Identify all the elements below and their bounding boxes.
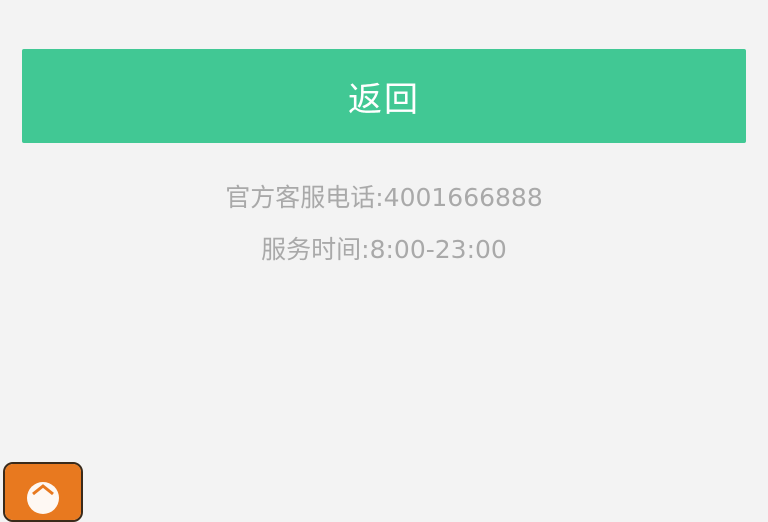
customer-service-hotline: 官方客服电话:4001666888	[225, 183, 543, 212]
floating-app-button[interactable]	[3, 462, 83, 522]
back-button[interactable]: 返回	[22, 49, 746, 143]
service-hours: 服务时间:8:00-23:00	[261, 235, 507, 264]
orange-app-icon	[5, 464, 81, 520]
